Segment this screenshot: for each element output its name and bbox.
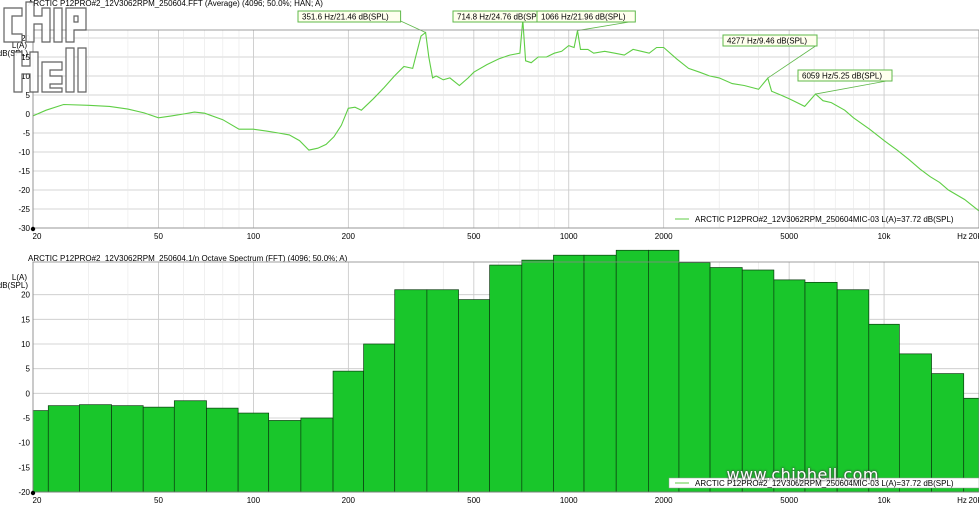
x-tick-label: 20: [33, 496, 42, 505]
x-tick-label: 20k: [969, 496, 979, 505]
x-tick-label: 1000: [560, 496, 578, 505]
octave-bar: [931, 373, 965, 493]
octave-bar: [678, 262, 711, 493]
x-tick-label: 100: [247, 496, 261, 505]
octave-bar: [32, 410, 49, 493]
octave-bar: [804, 281, 838, 493]
octave-bar: [615, 249, 649, 493]
y-tick-label: -10: [18, 439, 30, 448]
octave-bar: [173, 400, 207, 493]
origin-marker: [30, 490, 36, 496]
x-tick-label: 2000: [655, 496, 673, 505]
octave-bar-chart: 20151050-5-10-15-20L(A)dB(SPL)20 50 100 200…: [0, 249, 979, 505]
octave-bar: [332, 370, 364, 493]
y-tick-label: -15: [18, 463, 30, 472]
x-tick-label: 200: [342, 496, 356, 505]
y-tick-label: 10: [21, 340, 30, 349]
octave-bar: [899, 353, 932, 493]
octave-bar: [363, 343, 396, 493]
y-tick-label: -5: [23, 414, 31, 423]
octave-bar: [79, 404, 112, 493]
octave-bar: [741, 269, 775, 493]
watermark-text: www.chiphell.com: [726, 465, 879, 484]
octave-bar: [111, 405, 144, 493]
octave-bar: [47, 405, 80, 493]
x-tick-label: 50: [154, 496, 163, 505]
octave-bar: [648, 249, 680, 493]
octave-bar: [426, 289, 459, 493]
octave-bar: [237, 412, 270, 493]
y-tick-label: 15: [21, 315, 30, 324]
octave-bar: [709, 267, 743, 493]
chiphell-logo: [3, 1, 87, 93]
y-tick-label: 0: [26, 389, 31, 398]
x-tick-label: 10k: [878, 496, 892, 505]
octave-bar: [394, 289, 428, 493]
x-tick-label: 5000: [780, 496, 798, 505]
octave-bar: [206, 407, 239, 493]
y-axis-label-unit: dB(SPL): [0, 281, 28, 290]
y-tick-label: 5: [26, 365, 31, 374]
octave-bar: [142, 406, 175, 493]
x-tick-label: 500: [467, 496, 481, 505]
y-tick-label: -20: [18, 488, 30, 497]
octave-bar: [553, 254, 585, 493]
octave-bar: [583, 254, 617, 493]
octave-bar: [458, 299, 490, 493]
octave-bar: [521, 259, 554, 493]
octave-bar: [268, 420, 302, 493]
octave-bar: [300, 417, 334, 493]
octave-bar: [489, 264, 523, 493]
octave-bar: [773, 279, 806, 493]
octave-bar: [836, 289, 870, 493]
x-axis-unit: Hz: [957, 496, 967, 505]
y-tick-label: 20: [21, 291, 30, 300]
